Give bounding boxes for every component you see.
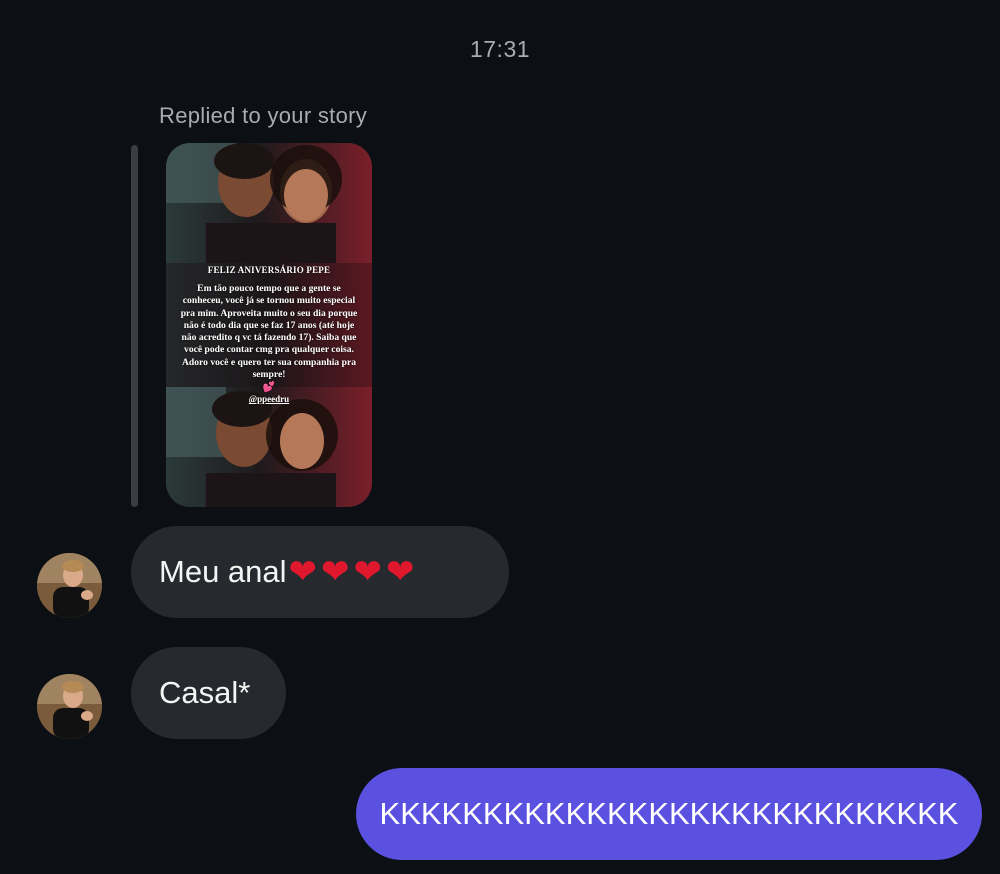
story-preview-thumbnail[interactable]: FELIZ ANIVERSÁRIO PEPE Em tão pouco temp…: [166, 143, 372, 507]
story-reply-label: Replied to your story: [159, 103, 368, 128]
message-text: Casal*: [159, 675, 251, 710]
message-text: Meu anal: [159, 554, 287, 589]
story-heart-emoji: 💕: [262, 382, 276, 394]
sender-avatar[interactable]: [37, 553, 102, 618]
message-text: KKKKKKKKKKKKKKKKKKKKKKKKKKKK: [379, 796, 959, 831]
reply-quote-bar: [131, 145, 138, 507]
message-bubble-incoming[interactable]: Casal*: [131, 647, 286, 739]
avatar-photo: [37, 553, 102, 618]
story-title: FELIZ ANIVERSÁRIO PEPE: [207, 265, 331, 275]
story-mention[interactable]: @ppeedru: [166, 394, 372, 404]
message-bubble-incoming[interactable]: Meu anal ❤❤❤❤: [131, 526, 509, 618]
message-bubble-outgoing[interactable]: KKKKKKKKKKKKKKKKKKKKKKKKKKKK: [356, 768, 982, 860]
message-timestamp: 17:31: [469, 36, 531, 62]
sender-avatar[interactable]: [37, 674, 102, 739]
avatar-photo: [37, 674, 102, 739]
story-body-text: Em tão pouco tempo que a gente se conhec…: [180, 283, 358, 381]
heart-emojis: ❤❤❤❤: [288, 552, 419, 592]
story-text-overlay: FELIZ ANIVERSÁRIO PEPE Em tão pouco temp…: [166, 261, 372, 409]
